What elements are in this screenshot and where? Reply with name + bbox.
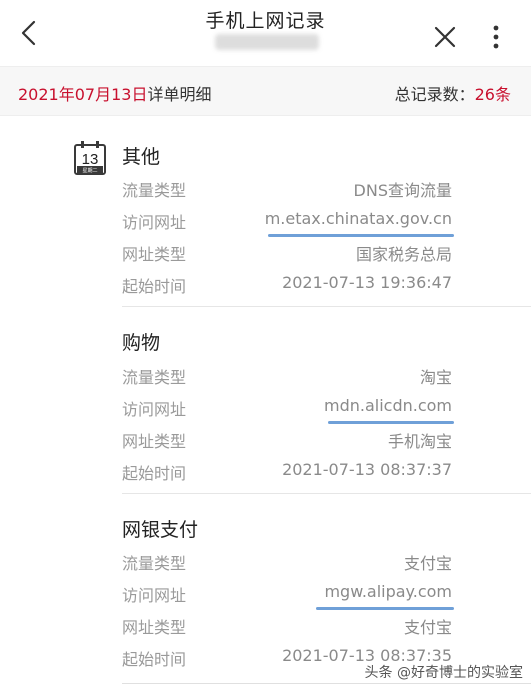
record-date: 2021年07月13日 bbox=[18, 85, 148, 104]
url-highlight bbox=[316, 607, 454, 610]
record-row: 访问网址 mgw.alipay.com bbox=[122, 582, 454, 610]
group-title-shopping: 购物 bbox=[122, 332, 161, 354]
row-value: 手机淘宝 bbox=[387, 432, 452, 451]
url-value[interactable]: mdn.alicdn.com bbox=[324, 396, 452, 415]
top-navbar: 手机上网记录 bbox=[0, 0, 531, 64]
record-row: 访问网址 m.etax.chinatax.gov.cn bbox=[122, 209, 454, 237]
divider bbox=[122, 306, 531, 307]
row-label: 访问网址 bbox=[122, 213, 187, 232]
record-row: 流量类型 DNS查询流量 bbox=[122, 177, 452, 201]
url-value[interactable]: mgw.alipay.com bbox=[324, 582, 452, 601]
row-label: 访问网址 bbox=[122, 400, 187, 419]
record-row: 访问网址 mdn.alicdn.com bbox=[122, 396, 454, 424]
total-label: 总记录数： bbox=[394, 85, 475, 104]
record-row: 网址类型 手机淘宝 bbox=[122, 428, 452, 452]
record-row: 网址类型 国家税务总局 bbox=[122, 241, 452, 265]
row-value: 2021-07-13 08:37:37 bbox=[282, 460, 452, 479]
row-label: 流量类型 bbox=[122, 368, 187, 387]
row-value: 支付宝 bbox=[403, 554, 452, 573]
url-value[interactable]: m.etax.chinatax.gov.cn bbox=[265, 209, 452, 228]
calendar-icon: 13 星期二 bbox=[74, 141, 106, 175]
url-highlight bbox=[268, 234, 454, 237]
watermark-text: 头条 @好奇博士的实验室 bbox=[364, 665, 523, 681]
row-label: 网址类型 bbox=[122, 618, 187, 637]
row-value: DNS查询流量 bbox=[353, 181, 452, 200]
row-value: 国家税务总局 bbox=[355, 245, 452, 264]
row-label: 起始时间 bbox=[122, 277, 187, 296]
row-label: 流量类型 bbox=[122, 554, 187, 573]
calendar-weekday: 星期二 bbox=[82, 168, 97, 174]
row-label: 访问网址 bbox=[122, 586, 187, 605]
row-label: 起始时间 bbox=[122, 650, 187, 669]
record-row: 流量类型 支付宝 bbox=[122, 550, 452, 574]
blurred-phone-number bbox=[215, 34, 319, 50]
record-row: 起始时间 2021-07-13 19:36:47 bbox=[122, 273, 452, 297]
group-title-online-banking: 网银支付 bbox=[122, 519, 199, 541]
url-highlight bbox=[328, 421, 454, 424]
row-label: 流量类型 bbox=[122, 181, 187, 200]
summary-bar: 2021年07月13日详单明细 总记录数：26条 bbox=[0, 66, 531, 116]
divider bbox=[122, 493, 531, 494]
total-count: 26 bbox=[474, 85, 495, 104]
record-row: 流量类型 淘宝 bbox=[122, 364, 452, 388]
calendar-day: 13 bbox=[82, 151, 99, 168]
record-row: 起始时间 2021-07-13 08:37:37 bbox=[122, 460, 452, 484]
total-unit: 条 bbox=[494, 85, 511, 104]
group-title-other: 其他 bbox=[122, 146, 161, 168]
total-records: 总记录数：26条 bbox=[395, 81, 511, 105]
divider bbox=[122, 683, 531, 684]
row-value: 2021-07-13 19:36:47 bbox=[282, 273, 452, 292]
close-icon[interactable] bbox=[430, 22, 460, 52]
record-row: 网址类型 支付宝 bbox=[122, 614, 452, 638]
row-label: 网址类型 bbox=[122, 432, 187, 451]
detail-label: 详单明细 bbox=[147, 85, 212, 104]
summary-date-label: 2021年07月13日详单明细 bbox=[18, 81, 211, 105]
more-vertical-icon[interactable] bbox=[484, 22, 508, 52]
row-label: 网址类型 bbox=[122, 245, 187, 264]
row-value: 支付宝 bbox=[403, 618, 452, 637]
row-value: 淘宝 bbox=[419, 368, 452, 387]
row-label: 起始时间 bbox=[122, 464, 187, 483]
